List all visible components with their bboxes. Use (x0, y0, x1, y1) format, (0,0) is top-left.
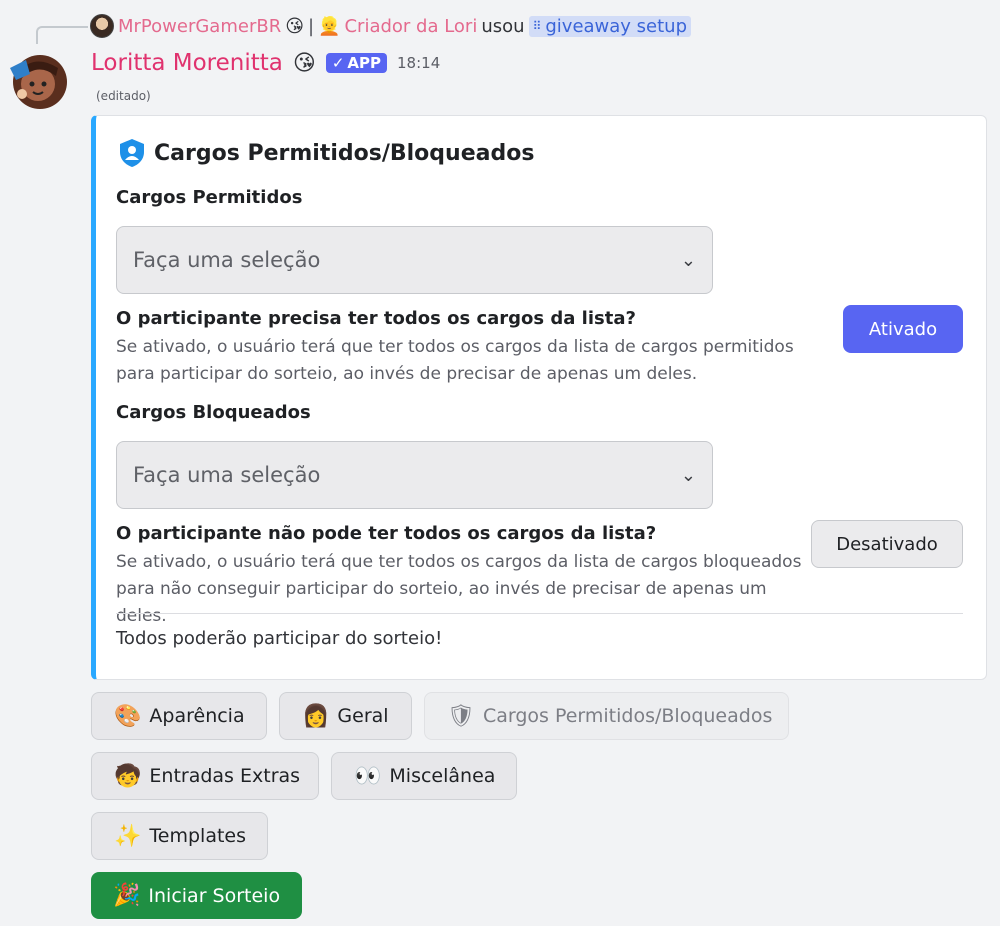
shield-icon (118, 138, 146, 168)
palette-icon: 🎨 (114, 704, 141, 729)
allowed-roles-placeholder: Faça uma seleção (133, 248, 320, 272)
block-all-toggle-button[interactable]: Desativado (811, 520, 963, 568)
reply-verb: usou (481, 16, 524, 37)
author-row: Loritta Morenitta 😘 ✓ APP 18:14 (91, 46, 440, 80)
party-popper-icon: 🎉 (113, 883, 140, 908)
eyes-icon: 👀 (354, 764, 381, 789)
sparkles-icon: ✨ (114, 824, 141, 849)
app-badge-label: APP (347, 54, 381, 72)
check-icon: ✓ (332, 54, 345, 72)
roles-button[interactable]: 🛡 Cargos Permitidos/Bloqueados (424, 692, 789, 740)
command-icon: ⠿ (533, 19, 542, 33)
require-all-title: O participante precisa ter todos os carg… (116, 308, 636, 329)
blocked-roles-placeholder: Faça uma seleção (133, 463, 320, 487)
embed-title: Cargos Permitidos/Bloqueados (118, 138, 534, 168)
chevron-down-icon: ⌄ (681, 465, 696, 486)
misc-button[interactable]: 👀 Miscelânea (331, 752, 517, 800)
command-name: giveaway setup (545, 16, 687, 37)
shield-icon: 🛡 (447, 704, 475, 729)
allowed-roles-select[interactable]: Faça uma seleção ⌄ (116, 226, 713, 294)
appearance-button[interactable]: 🎨 Aparência (91, 692, 267, 740)
author-avatar[interactable] (6, 50, 68, 110)
general-button[interactable]: 👩 Geral (279, 692, 412, 740)
edited-label: (editado) (96, 89, 151, 103)
start-giveaway-button[interactable]: 🎉 Iniciar Sorteio (91, 872, 302, 919)
reply-user-avatar[interactable] (90, 14, 114, 38)
reply-separator: | (308, 16, 314, 37)
embed-divider (116, 613, 963, 614)
message-timestamp[interactable]: 18:14 (397, 54, 440, 72)
reply-username[interactable]: MrPowerGamerBR (118, 16, 281, 37)
embed-footer: Todos poderão participar do sorteio! (116, 628, 442, 649)
block-all-description: Se ativado, o usuário terá que ter todos… (116, 549, 816, 630)
appearance-label: Aparência (149, 705, 244, 727)
templates-label: Templates (149, 825, 246, 847)
reply-header: MrPowerGamerBR 😘 | 👱 Criador da Lori uso… (90, 12, 691, 40)
author-emoji: 😘 (293, 51, 316, 76)
block-all-title: O participante não pode ter todos os car… (116, 523, 656, 544)
general-label: Geral (337, 705, 388, 727)
require-all-toggle-button[interactable]: Ativado (843, 305, 963, 353)
loritta-icon: 👩 (302, 704, 329, 729)
allowed-roles-heading: Cargos Permitidos (116, 187, 302, 208)
extra-entries-label: Entradas Extras (149, 765, 300, 787)
reply-user-emoji: 😘 (285, 16, 304, 37)
slash-command-mention[interactable]: ⠿ giveaway setup (529, 16, 691, 37)
blocked-roles-heading: Cargos Bloqueados (116, 402, 311, 423)
chevron-down-icon: ⌄ (681, 250, 696, 271)
start-giveaway-label: Iniciar Sorteio (148, 885, 280, 907)
embed-title-text: Cargos Permitidos/Bloqueados (154, 141, 534, 166)
blocked-roles-select[interactable]: Faça uma seleção ⌄ (116, 441, 713, 509)
character-icon: 🧒 (114, 764, 141, 789)
roles-label: Cargos Permitidos/Bloqueados (483, 705, 772, 727)
reply-role: Criador da Lori (344, 16, 477, 37)
author-name[interactable]: Loritta Morenitta (91, 50, 283, 76)
role-emoji: 👱 (318, 16, 340, 37)
misc-label: Miscelânea (389, 765, 495, 787)
reply-connector (36, 26, 88, 44)
templates-button[interactable]: ✨ Templates (91, 812, 268, 860)
require-all-description: Se ativado, o usuário terá que ter todos… (116, 334, 816, 388)
embed-card: Cargos Permitidos/Bloqueados Cargos Perm… (91, 115, 987, 680)
app-badge: ✓ APP (326, 53, 387, 73)
extra-entries-button[interactable]: 🧒 Entradas Extras (91, 752, 319, 800)
